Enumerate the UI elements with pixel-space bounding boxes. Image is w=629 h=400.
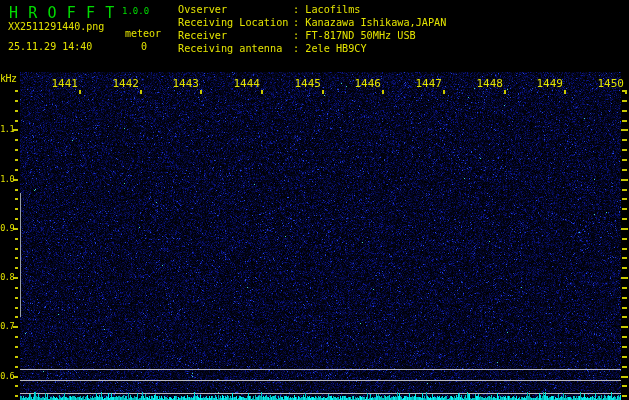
info-value: FT-817ND 50MHz USB bbox=[305, 30, 415, 41]
info-colon: : bbox=[293, 43, 305, 54]
freq-axis-label: 0.9 bbox=[0, 223, 14, 233]
freq-axis-label: 1.0 bbox=[0, 174, 14, 184]
time-axis-label: 1445 bbox=[275, 77, 321, 90]
info-colon: : bbox=[293, 30, 305, 41]
freq-axis-label: 1.1 bbox=[0, 124, 14, 134]
info-label: Ovserver bbox=[178, 3, 293, 16]
output-filename: XX2511291440.png bbox=[8, 21, 104, 32]
time-axis-label: 1443 bbox=[153, 77, 199, 90]
time-axis-label: 1450 bbox=[578, 77, 624, 90]
time-axis-label: 1446 bbox=[335, 77, 381, 90]
time-axis-label: 1449 bbox=[517, 77, 563, 90]
info-value: Kanazawa Ishikawa,JAPAN bbox=[305, 17, 446, 28]
freq-axis-label: 0.7 bbox=[0, 321, 14, 331]
info-value: Lacofilms bbox=[305, 4, 360, 15]
time-axis-label: 1444 bbox=[214, 77, 260, 90]
info-row-observer: Ovserver: Lacofilms bbox=[178, 3, 446, 16]
time-axis-label: 1442 bbox=[93, 77, 139, 90]
time-axis-label: 1441 bbox=[32, 77, 78, 90]
info-label: Receiving antenna bbox=[178, 42, 293, 55]
app-version: 1.0.0 bbox=[122, 6, 149, 16]
app-title: H R O F F T bbox=[9, 4, 115, 22]
freq-axis-label: 0.6 bbox=[0, 371, 14, 381]
spectrogram-canvas bbox=[0, 0, 629, 400]
info-colon: : bbox=[293, 17, 305, 28]
freq-axis-label: 0.8 bbox=[0, 272, 14, 282]
time-axis-label: 1447 bbox=[396, 77, 442, 90]
info-row-receiver: Receiver: FT-817ND 50MHz USB bbox=[178, 29, 446, 42]
info-row-location: Receiving Location: Kanazawa Ishikawa,JA… bbox=[178, 16, 446, 29]
mode-label: meteor bbox=[125, 28, 161, 39]
freq-unit-label: kHz bbox=[0, 73, 17, 84]
info-label: Receiving Location bbox=[178, 16, 293, 29]
capture-datetime: 25.11.29 14:40 bbox=[8, 41, 92, 52]
info-row-antenna: Receiving antenna: 2ele HB9CY bbox=[178, 42, 446, 55]
station-info-block: Ovserver: Lacofilms Receiving Location: … bbox=[178, 3, 446, 55]
time-axis-label: 1448 bbox=[457, 77, 503, 90]
info-value: 2ele HB9CY bbox=[305, 43, 366, 54]
info-label: Receiver bbox=[178, 29, 293, 42]
meteor-count: 0 bbox=[141, 41, 147, 52]
info-colon: : bbox=[293, 4, 305, 15]
